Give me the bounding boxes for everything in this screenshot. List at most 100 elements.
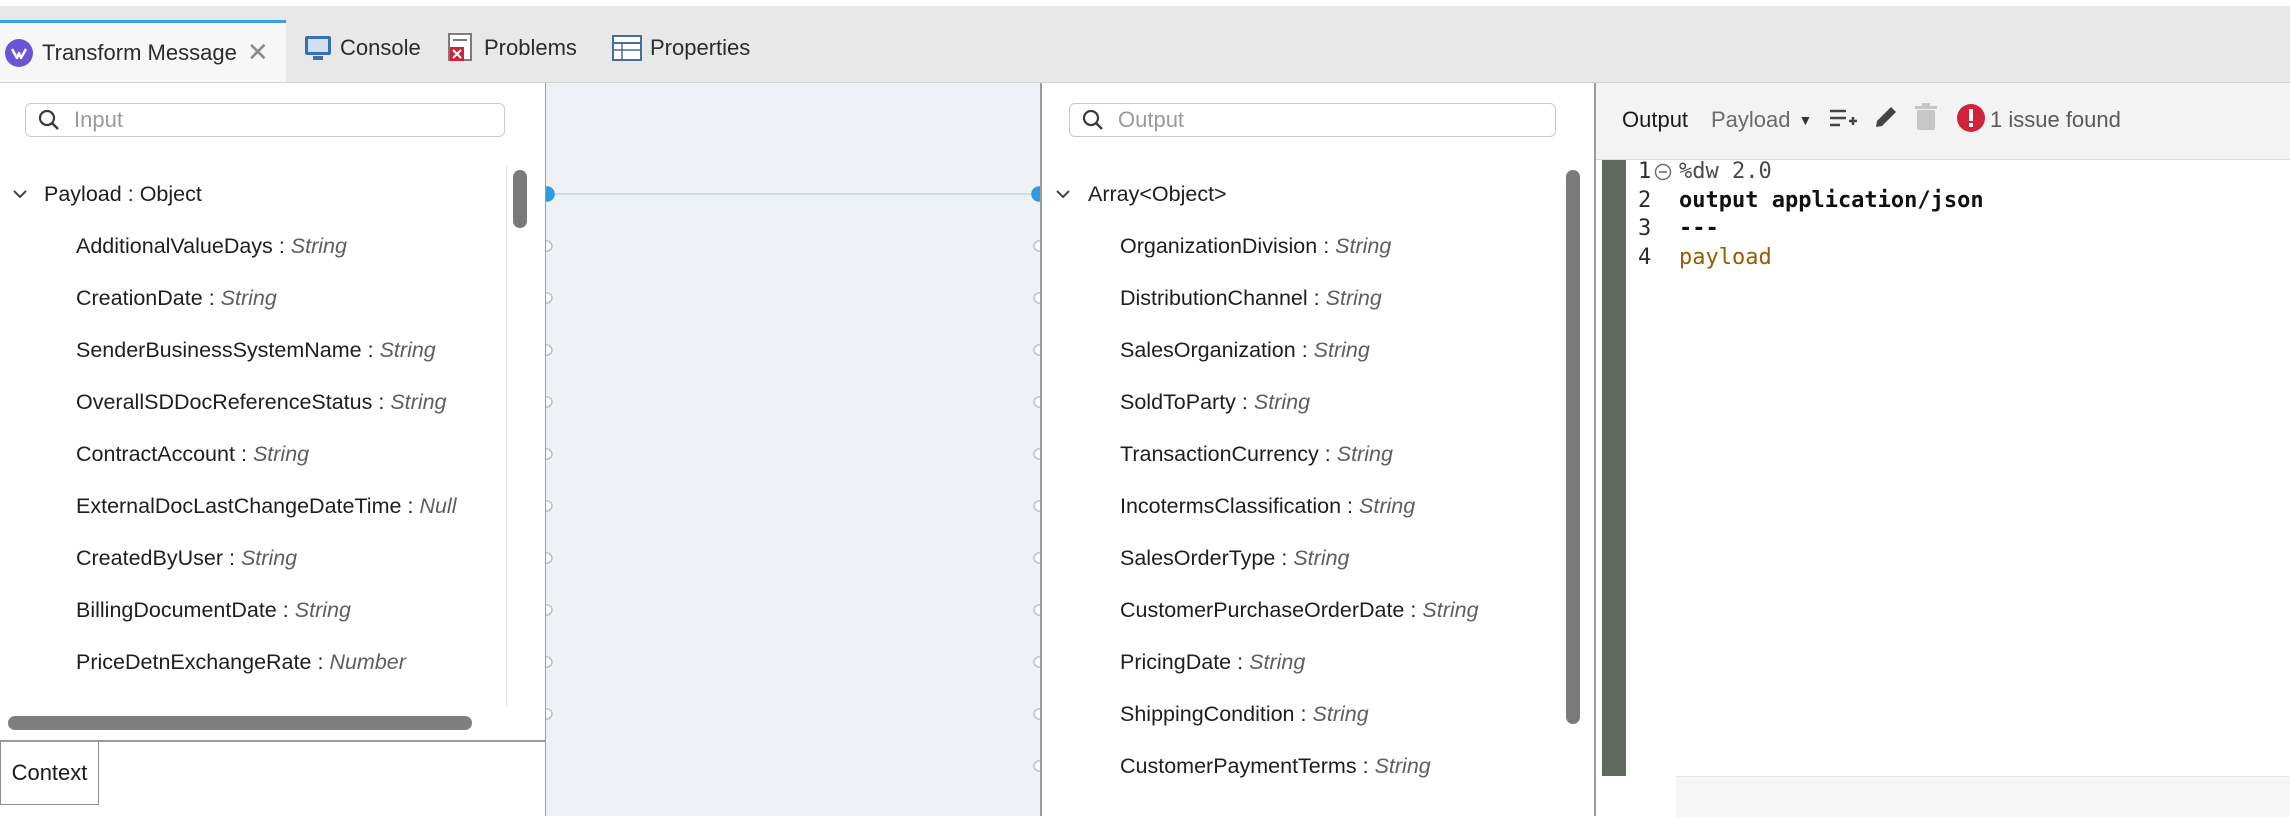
code-line: --- (1679, 216, 1719, 241)
field-type: Number (329, 649, 406, 674)
type-separator: : (1362, 753, 1369, 778)
input-field-row[interactable]: AdditionalValueDays: String (76, 229, 347, 263)
input-field-connector (546, 448, 553, 460)
type-separator: : (1410, 597, 1417, 622)
field-type: String (1374, 753, 1431, 778)
input-field-row[interactable]: ContractAccount: String (76, 437, 309, 471)
input-field-row[interactable]: OverallSDDocReferenceStatus: String (76, 385, 447, 419)
input-field-connector (546, 708, 553, 720)
script-horizontal-scrollbar[interactable] (1676, 776, 2290, 817)
input-root-node[interactable]: Payload : Object (44, 177, 202, 211)
tab-label: Transform Message (42, 39, 237, 65)
field-type: String (1313, 337, 1370, 362)
type-separator: : (1323, 233, 1330, 258)
type-separator: : (127, 181, 134, 206)
tab-context[interactable]: Context (0, 742, 99, 805)
edit-icon[interactable] (1872, 103, 1900, 136)
type-separator: : (367, 337, 374, 362)
editor-gutter (1602, 160, 1626, 776)
input-field-row[interactable]: ExternalDocLastChangeDateTime: Null (76, 489, 456, 523)
input-horizontal-scrollbar[interactable] (8, 716, 472, 730)
input-field-connector (546, 500, 553, 512)
input-field-connector (546, 656, 553, 668)
input-field-connector (546, 240, 553, 252)
field-name: CustomerPurchaseOrderDate (1120, 597, 1405, 622)
field-type: String (1312, 701, 1369, 726)
field-type: String (290, 233, 347, 258)
output-field-row[interactable]: SoldToParty: String (1120, 385, 1310, 419)
type-separator: : (1237, 649, 1244, 674)
field-name: PriceDetnExchangeRate (76, 649, 312, 674)
input-field-row[interactable]: SenderBusinessSystemName: String (76, 333, 436, 367)
chevron-down-icon[interactable] (10, 184, 30, 204)
properties-icon (612, 35, 642, 61)
input-field-row[interactable]: PriceDetnExchangeRate: Number (76, 645, 406, 679)
field-type: String (379, 337, 436, 362)
close-icon[interactable]: ✕ (247, 37, 269, 68)
input-field-connector (546, 344, 553, 356)
add-row-icon[interactable] (1828, 103, 1858, 138)
field-type: Null (419, 493, 457, 518)
output-search-field[interactable]: Output (1069, 103, 1556, 137)
field-name: BillingDocumentDate (76, 597, 277, 622)
field-name: IncotermsClassification (1120, 493, 1342, 518)
output-field-row[interactable]: SalesOrderType: String (1120, 541, 1350, 575)
error-icon[interactable] (1956, 103, 1986, 138)
type-separator: : (407, 493, 414, 518)
script-toolbar: Output Payload ▼ 1 issue found (1596, 83, 2290, 160)
type-separator: : (240, 441, 247, 466)
type-separator: : (1347, 493, 1354, 518)
field-type: String (220, 285, 277, 310)
input-scroll-track (506, 166, 507, 706)
field-type: String (1325, 285, 1382, 310)
output-field-row[interactable]: CustomerPurchaseOrderDate: String (1120, 593, 1479, 627)
output-field-row[interactable]: TransactionCurrency: String (1120, 437, 1393, 471)
code-line: payload (1679, 245, 1772, 270)
tab-problems[interactable]: Problems (448, 20, 577, 76)
input-vertical-scrollbar[interactable] (513, 170, 527, 228)
field-name: CreatedByUser (76, 545, 223, 570)
tab-label: Problems (484, 35, 577, 60)
output-field-row[interactable]: PricingDate: String (1120, 645, 1305, 679)
field-name: OrganizationDivision (1120, 233, 1318, 258)
issues-summary[interactable]: 1 issue found (1990, 107, 2121, 133)
input-field-connector (546, 396, 553, 408)
output-field-row[interactable]: IncotermsClassification: String (1120, 489, 1415, 523)
output-root-node[interactable]: Array<Object> (1088, 177, 1227, 211)
node-name: Array<Object> (1088, 181, 1227, 206)
output-vertical-scrollbar[interactable] (1566, 170, 1580, 724)
field-name: SoldToParty (1120, 389, 1236, 414)
payload-dropdown[interactable]: Payload ▼ (1711, 107, 1812, 133)
type-separator: : (1313, 285, 1320, 310)
output-field-row[interactable]: ShippingCondition: String (1120, 697, 1369, 731)
output-field-row[interactable]: DistributionChannel: String (1120, 281, 1382, 315)
output-field-row[interactable]: CustomerPaymentTerms: String (1120, 749, 1431, 783)
tab-console[interactable]: Console (304, 20, 421, 76)
tab-properties[interactable]: Properties (612, 20, 750, 76)
collapse-icon[interactable] (1654, 163, 1672, 186)
field-name: ContractAccount (76, 441, 235, 466)
chevron-down-icon[interactable] (1053, 184, 1073, 204)
type-separator: : (1324, 441, 1331, 466)
input-field-row[interactable]: CreationDate: String (76, 281, 277, 315)
field-name: ShippingCondition (1120, 701, 1295, 726)
code-line: %dw 2.0 (1679, 159, 1772, 184)
output-field-row[interactable]: SalesOrganization: String (1120, 333, 1370, 367)
type-separator: : (1300, 701, 1307, 726)
field-type: String (1249, 649, 1306, 674)
input-search-field[interactable]: Input (25, 103, 505, 137)
output-field-row[interactable]: OrganizationDivision: String (1120, 229, 1391, 263)
tab-transform-message[interactable]: Transform Message ✕ (0, 20, 286, 82)
field-type: String (390, 389, 447, 414)
type-separator: : (317, 649, 324, 674)
type-separator: : (1301, 337, 1308, 362)
field-type: String (1293, 545, 1350, 570)
node-name: Payload (44, 181, 122, 206)
line-number: 2 (1638, 188, 1652, 213)
field-type: String (294, 597, 351, 622)
field-name: CustomerPaymentTerms (1120, 753, 1357, 778)
trash-icon[interactable] (1914, 103, 1938, 136)
search-icon (38, 109, 60, 131)
input-field-row[interactable]: BillingDocumentDate: String (76, 593, 351, 627)
input-field-row[interactable]: CreatedByUser: String (76, 541, 297, 575)
